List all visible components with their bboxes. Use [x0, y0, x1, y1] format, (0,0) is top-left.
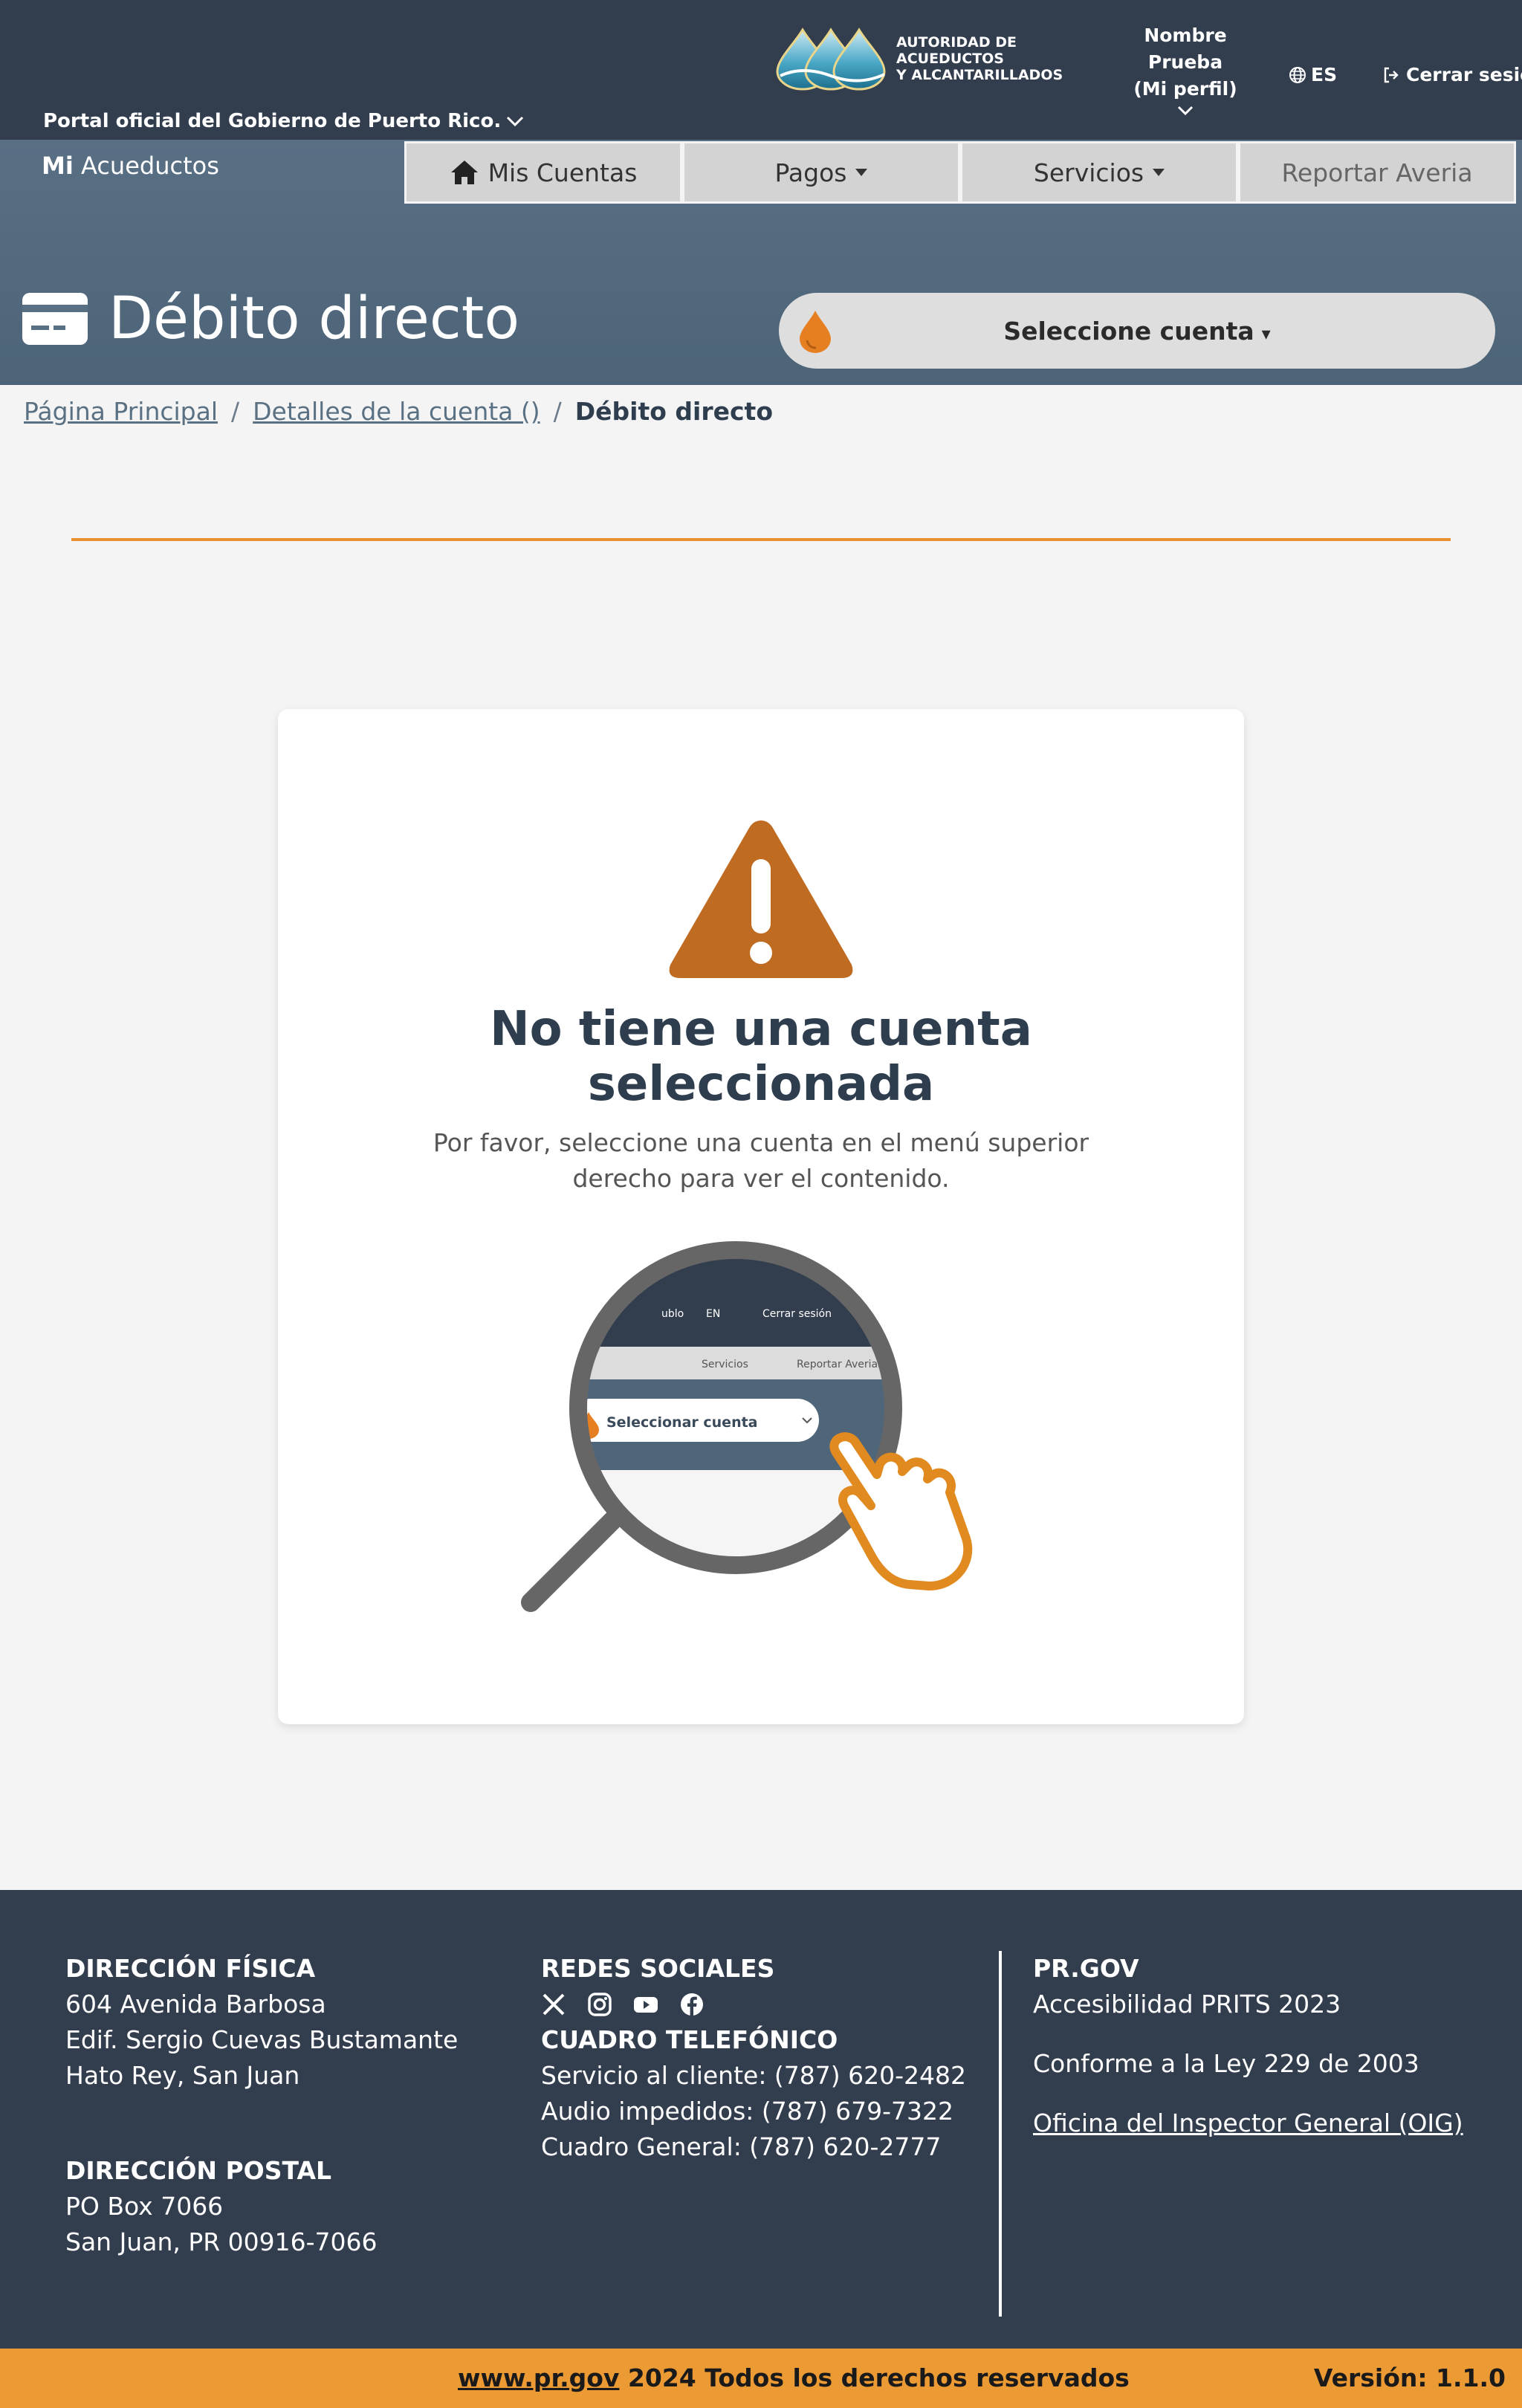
physical-address-line: Hato Rey, San Juan	[65, 2061, 300, 2090]
prgov-line: Accesibilidad PRITS 2023	[1033, 1990, 1341, 2019]
breadcrumb-separator: /	[231, 397, 240, 426]
profile-name-last: Prueba	[1147, 51, 1223, 73]
caret-down-icon	[855, 169, 868, 176]
magnifier-illustration: ublo EN Cerrar sesión Servicios Reportar…	[521, 1241, 973, 1612]
profile-name-first: Nombre	[1144, 25, 1227, 46]
phone-line: Cuadro General: (787) 620-2777	[541, 2132, 942, 2161]
postal-address-title: DIRECCIÓN POSTAL	[65, 2156, 332, 2185]
nav-label: Reportar Averia	[1281, 158, 1473, 187]
footer-prgov-column: PR.GOV Accesibilidad PRITS 2023 Conforme…	[1033, 1951, 1463, 2165]
illus-select-label: Seleccionar cuenta	[606, 1414, 758, 1431]
nav-label: Pagos	[774, 158, 847, 187]
physical-address-line: 604 Avenida Barbosa	[65, 1990, 326, 2019]
footer: DIRECCIÓN FÍSICA 604 Avenida Barbosa Edi…	[0, 1890, 1522, 2349]
logo-text-line1: AUTORIDAD DE ACUEDUCTOS	[896, 34, 1017, 67]
chevron-down-icon	[507, 116, 524, 127]
home-icon	[450, 161, 478, 184]
main-nav: Mis Cuentas Pagos Servicios Reportar Ave…	[404, 141, 1516, 204]
prgov-site-link[interactable]: www.pr.gov	[458, 2363, 619, 2392]
prgov-line: Conforme a la Ley 229 de 2003	[1033, 2049, 1419, 2078]
facebook-icon[interactable]	[679, 1992, 705, 2017]
instagram-icon[interactable]	[587, 1992, 612, 2017]
credit-card-icon	[22, 293, 88, 345]
gov-portal-label: Portal oficial del Gobierno de Puerto Ri…	[43, 110, 502, 132]
breadcrumb-current: Débito directo	[574, 397, 774, 426]
section-divider	[71, 538, 1451, 541]
breadcrumb-home[interactable]: Página Principal	[24, 397, 218, 426]
logout-button[interactable]: Cerrar sesión	[1382, 64, 1522, 85]
hero-banner: Mi Acueductos Mis Cuentas Pagos Servicio…	[0, 140, 1522, 385]
breadcrumb-separator: /	[553, 397, 562, 426]
social-title: REDES SOCIALES	[541, 1954, 775, 1983]
aaa-logo[interactable]: AUTORIDAD DE ACUEDUCTOS Y ALCANTARILLADO…	[773, 27, 1104, 91]
nav-servicios[interactable]: Servicios	[960, 141, 1238, 204]
water-drop-icon	[800, 311, 831, 353]
card-title-line1: No tiene una cuenta	[490, 1002, 1032, 1057]
profile-label: (Mi perfil)	[1133, 78, 1237, 100]
chevron-down-icon	[1177, 106, 1194, 116]
illus-nav-item: Servicios	[702, 1359, 748, 1370]
physical-address-line: Edif. Sergio Cuevas Bustamante	[65, 2025, 459, 2054]
postal-address-line: San Juan, PR 00916-7066	[65, 2227, 378, 2256]
phone-title: CUADRO TELEFÓNICO	[541, 2025, 838, 2054]
oig-link[interactable]: Oficina del Inspector General (OIG)	[1033, 2106, 1463, 2141]
x-icon[interactable]	[541, 1992, 566, 2017]
illus-nav-item: Reportar Averias	[797, 1359, 883, 1370]
illus-top-item: EN	[706, 1308, 720, 1320]
top-bar: Portal oficial del Gobierno de Puerto Ri…	[0, 0, 1522, 140]
nav-label: Servicios	[1033, 158, 1144, 187]
youtube-icon[interactable]	[633, 1992, 658, 2017]
page-title: Débito directo	[22, 285, 519, 352]
page-title-text: Débito directo	[109, 285, 520, 352]
illus-top-item: Cerrar sesión	[762, 1308, 832, 1320]
social-links	[541, 1987, 966, 2022]
logo-text: AUTORIDAD DE ACUEDUCTOS Y ALCANTARILLADO…	[896, 34, 1104, 83]
nav-mis-cuentas[interactable]: Mis Cuentas	[404, 141, 682, 204]
profile-menu[interactable]: Nombre Prueba (Mi perfil)	[1115, 22, 1256, 117]
warning-icon	[669, 821, 853, 978]
physical-address-title: DIRECCIÓN FÍSICA	[65, 1954, 316, 1983]
brand-rest: Acueductos	[73, 152, 219, 180]
card-title-line2: seleccionada	[587, 1057, 935, 1112]
bottom-bar: www.pr.gov 2024 Todos los derechos reser…	[0, 2349, 1522, 2408]
sign-out-icon	[1384, 67, 1399, 82]
gov-portal-toggle[interactable]: Portal oficial del Gobierno de Puerto Ri…	[43, 110, 525, 132]
footer-address-column: DIRECCIÓN FÍSICA 604 Avenida Barbosa Edi…	[65, 1951, 458, 2260]
version-label: Versión: 1.1.0	[1313, 2363, 1506, 2392]
caret-down-icon: ▾	[1261, 323, 1271, 344]
caret-down-icon	[1153, 169, 1165, 176]
water-drops-logo-icon	[776, 27, 886, 91]
card-subtitle: Por favor, seleccione una cuenta en el m…	[433, 1128, 1089, 1193]
account-select-dropdown[interactable]: Seleccione cuenta ▾	[779, 293, 1495, 369]
footer-contact-column: REDES SOCIALES CUADRO TELEFÓNICO Servici…	[541, 1951, 966, 2165]
phone-line: Audio impedidos: (787) 679-7322	[541, 2097, 954, 2126]
globe-icon	[1289, 66, 1306, 83]
nav-pagos[interactable]: Pagos	[682, 141, 960, 204]
logout-label: Cerrar sesión	[1406, 64, 1522, 85]
logo-text-line2: Y ALCANTARILLADOS	[896, 67, 1063, 83]
copyright-text: 2024 Todos los derechos reservados	[619, 2363, 1130, 2392]
account-select-label: Seleccione cuenta	[1003, 316, 1254, 346]
illus-top-item: ublo	[661, 1308, 684, 1320]
breadcrumb-account-details[interactable]: Detalles de la cuenta ()	[253, 397, 540, 426]
brand-bold: Mi	[42, 152, 74, 180]
card-title: No tiene una cuenta seleccionada	[278, 1002, 1244, 1112]
no-account-card: No tiene una cuenta seleccionada Por fav…	[278, 709, 1244, 1724]
brand-name[interactable]: Mi Acueductos	[42, 152, 219, 180]
postal-address-line: PO Box 7066	[65, 2192, 224, 2221]
breadcrumb: Página Principal / Detalles de la cuenta…	[24, 397, 773, 426]
pointer-hand-icon	[829, 1432, 973, 1590]
language-toggle[interactable]: ES	[1289, 64, 1337, 85]
nav-reportar-averia[interactable]: Reportar Averia	[1238, 141, 1516, 204]
copyright: www.pr.gov 2024 Todos los derechos reser…	[458, 2363, 1130, 2392]
phone-line: Servicio al cliente: (787) 620-2482	[541, 2061, 967, 2090]
language-label: ES	[1311, 64, 1338, 85]
nav-label: Mis Cuentas	[488, 158, 638, 187]
footer-divider	[999, 1951, 1002, 2317]
prgov-title: PR.GOV	[1033, 1954, 1139, 1983]
